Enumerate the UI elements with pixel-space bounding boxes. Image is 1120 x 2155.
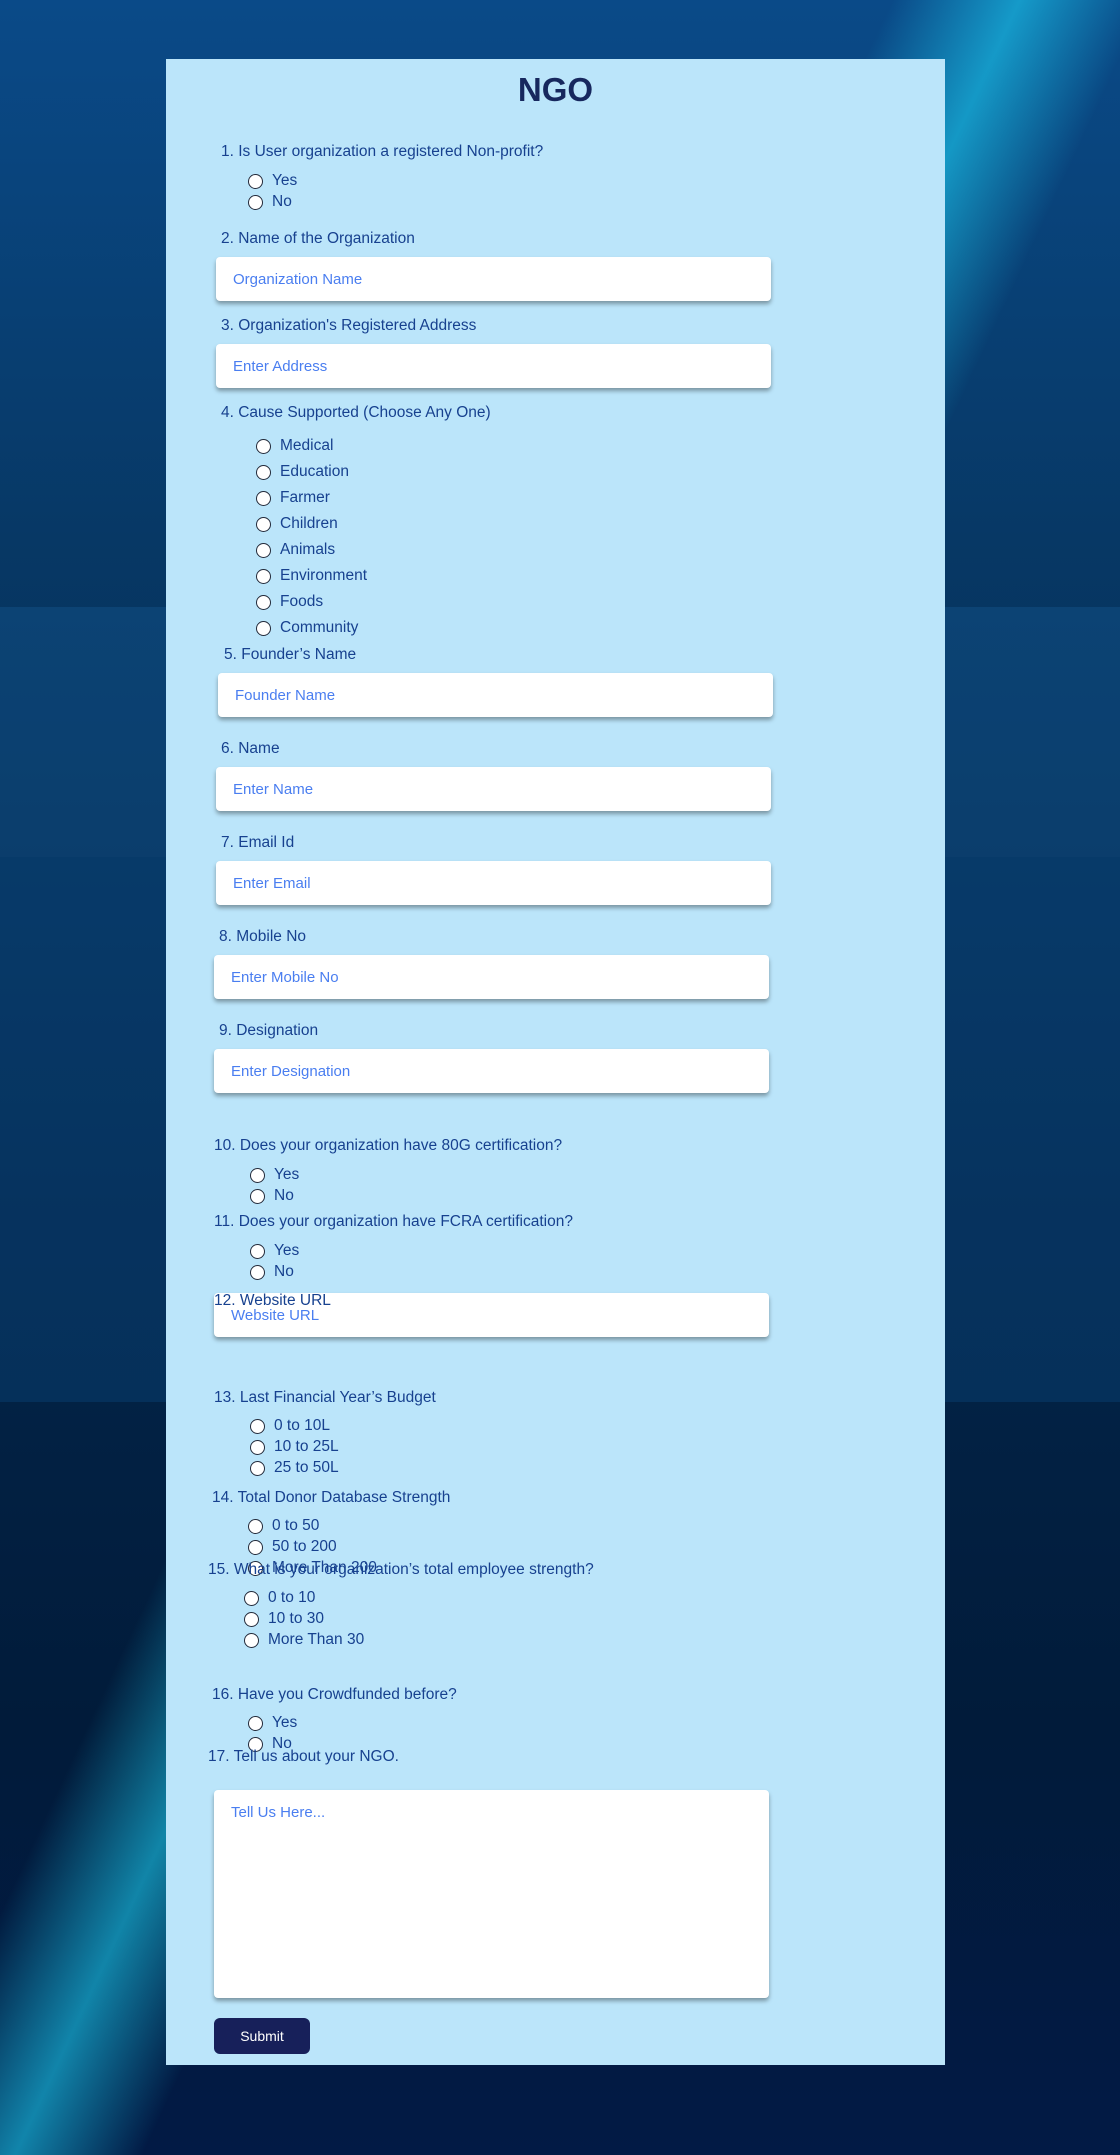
radio-button[interactable] (248, 1715, 263, 1731)
name-input[interactable] (216, 767, 771, 811)
about-ngo-textarea[interactable] (214, 1790, 769, 1998)
question-4-label: 4. Cause Supported (Choose Any One) (221, 404, 491, 421)
q15-option-3[interactable]: More Than 30 (244, 1631, 364, 1649)
q14-option-1[interactable]: 0 to 50 (248, 1517, 319, 1535)
q4-option-medical[interactable]: Medical (256, 437, 333, 455)
q11-option-yes[interactable]: Yes (250, 1242, 299, 1260)
radio-button[interactable] (248, 194, 263, 210)
question-7-label: 7. Email Id (221, 834, 295, 851)
question-6-label: 6. Name (221, 740, 280, 757)
radio-button[interactable] (244, 1611, 259, 1627)
option-label: 0 to 50 (272, 1517, 320, 1534)
question-17-label: 17. Tell us about your NGO. (208, 1748, 399, 1765)
option-label: 0 to 10 (268, 1589, 316, 1606)
radio-button[interactable] (256, 464, 271, 480)
form-title: NGO (517, 71, 594, 108)
question-2-label: 2. Name of the Organization (221, 230, 415, 247)
designation-input[interactable] (214, 1049, 769, 1093)
option-label: Education (280, 463, 349, 480)
option-label: 0 to 10L (274, 1417, 331, 1434)
radio-button[interactable] (256, 568, 271, 584)
q4-option-farmer[interactable]: Farmer (256, 489, 330, 507)
radio-button[interactable] (250, 1264, 265, 1280)
q14-option-2[interactable]: 50 to 200 (248, 1538, 337, 1556)
question-12-label: 12. Website URL (214, 1292, 331, 1309)
q13-option-3[interactable]: 25 to 50L (250, 1459, 339, 1477)
question-10-label: 10. Does your organization have 80G cert… (214, 1137, 563, 1154)
q11-option-no[interactable]: No (250, 1263, 294, 1281)
option-label: Yes (274, 1166, 300, 1183)
radio-button[interactable] (250, 1439, 265, 1455)
option-label: Foods (280, 593, 324, 610)
q15-option-2[interactable]: 10 to 30 (244, 1610, 324, 1628)
radio-button[interactable] (256, 542, 271, 558)
radio-button[interactable] (250, 1188, 265, 1204)
radio-button[interactable] (256, 516, 271, 532)
radio-button[interactable] (256, 438, 271, 454)
mobile-input[interactable] (214, 955, 769, 999)
form-card: NGO 1. Is User organization a registered… (166, 59, 945, 2065)
option-label: More Than 30 (268, 1631, 365, 1648)
option-label: Environment (280, 567, 368, 584)
q13-option-2[interactable]: 10 to 25L (250, 1438, 339, 1456)
radio-button[interactable] (248, 1518, 263, 1534)
radio-button[interactable] (244, 1632, 259, 1648)
option-label: 10 to 30 (268, 1610, 325, 1627)
question-16-label: 16. Have you Crowdfunded before? (212, 1686, 457, 1703)
radio-button[interactable] (250, 1243, 265, 1259)
option-label: Yes (272, 172, 298, 189)
radio-button[interactable] (256, 620, 271, 636)
question-3-label: 3. Organization's Registered Address (221, 317, 477, 334)
radio-button[interactable] (244, 1590, 259, 1606)
submit-button[interactable]: Submit (214, 2018, 310, 2054)
radio-button[interactable] (250, 1460, 265, 1476)
option-label: No (272, 193, 292, 210)
organization-name-input[interactable] (216, 257, 771, 301)
q13-option-1[interactable]: 0 to 10L (250, 1417, 330, 1435)
radio-button[interactable] (248, 173, 263, 189)
option-label: Medical (280, 437, 334, 454)
address-input[interactable] (216, 344, 771, 388)
q16-option-yes[interactable]: Yes (248, 1714, 297, 1732)
option-label: Yes (274, 1242, 300, 1259)
radio-button[interactable] (248, 1539, 263, 1555)
question-15-label: 15. What is your organization’s total em… (208, 1561, 594, 1578)
q4-option-environment[interactable]: Environment (256, 567, 367, 585)
option-label: No (274, 1263, 294, 1280)
option-label: Children (280, 515, 338, 532)
radio-button[interactable] (250, 1418, 265, 1434)
question-1-label: 1. Is User organization a registered Non… (221, 143, 544, 160)
question-14-label: 14. Total Donor Database Strength (212, 1489, 451, 1506)
question-11-label: 11. Does your organization have FCRA cer… (214, 1213, 573, 1230)
q4-option-children[interactable]: Children (256, 515, 338, 533)
option-label: Animals (280, 541, 336, 558)
founder-name-input[interactable] (218, 673, 773, 717)
option-label: 25 to 50L (274, 1459, 339, 1476)
q15-option-1[interactable]: 0 to 10 (244, 1589, 315, 1607)
q10-option-no[interactable]: No (250, 1187, 294, 1205)
q4-option-education[interactable]: Education (256, 463, 349, 481)
option-label: 10 to 25L (274, 1438, 339, 1455)
radio-button[interactable] (256, 594, 271, 610)
option-label: 50 to 200 (272, 1538, 337, 1555)
option-label: Yes (272, 1714, 298, 1731)
question-13-label: 13. Last Financial Year’s Budget (214, 1389, 436, 1406)
option-label: No (274, 1187, 294, 1204)
q1-option-no[interactable]: No (248, 193, 292, 211)
q10-option-yes[interactable]: Yes (250, 1166, 299, 1184)
email-input[interactable] (216, 861, 771, 905)
q4-option-community[interactable]: Community (256, 619, 358, 637)
q4-option-animals[interactable]: Animals (256, 541, 335, 559)
radio-button[interactable] (256, 490, 271, 506)
question-5-label: 5. Founder’s Name (224, 646, 357, 663)
q1-option-yes[interactable]: Yes (248, 172, 297, 190)
question-9-label: 9. Designation (219, 1022, 319, 1039)
question-8-label: 8. Mobile No (219, 928, 307, 945)
option-label: Farmer (280, 489, 330, 506)
q4-option-foods[interactable]: Foods (256, 593, 323, 611)
radio-button[interactable] (250, 1167, 265, 1183)
option-label: Community (280, 619, 359, 636)
